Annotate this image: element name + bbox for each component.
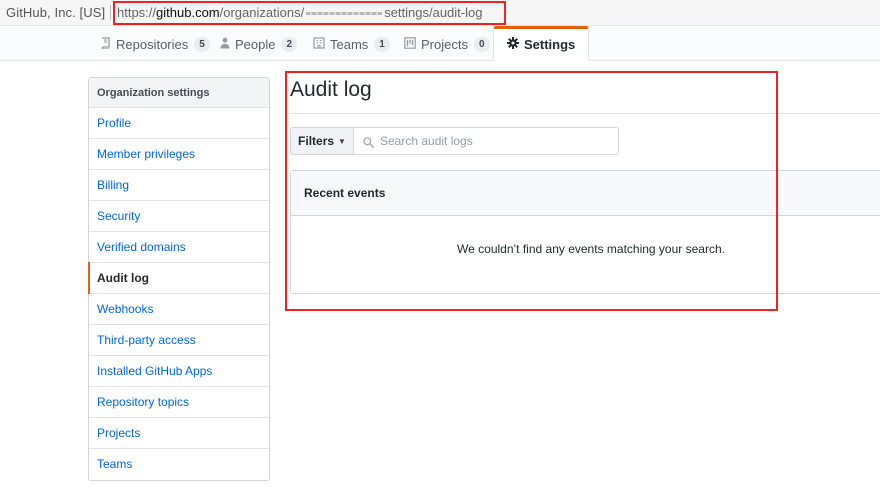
filters-button[interactable]: Filters ▼ xyxy=(290,127,354,155)
tab-repositories[interactable]: Repositories 5 xyxy=(101,27,210,61)
empty-state-message: We couldn’t find any events matching you… xyxy=(457,242,725,256)
search-icon xyxy=(363,135,374,148)
gear-icon xyxy=(507,37,519,52)
page-title: Audit log xyxy=(290,78,372,101)
url-scheme: https:// xyxy=(117,5,157,20)
tab-projects[interactable]: Projects 0 xyxy=(404,27,490,61)
sidebar-item-security[interactable]: Security xyxy=(89,201,269,232)
sidebar-item-third-party-access[interactable]: Third-party access xyxy=(89,325,269,356)
search-input[interactable] xyxy=(379,128,614,154)
tab-settings[interactable]: Settings xyxy=(493,26,590,61)
tab-label: Repositories xyxy=(116,36,189,52)
org-tab-nav: Repositories 5 People 2 Teams 1 Projects… xyxy=(0,26,880,61)
audit-log-search xyxy=(354,127,619,155)
tab-counter: 5 xyxy=(194,36,210,52)
events-heading: Recent events xyxy=(291,171,880,216)
project-icon xyxy=(404,36,416,52)
sidebar-item-installed-github-apps[interactable]: Installed GitHub Apps xyxy=(89,356,269,387)
tab-counter: 1 xyxy=(374,36,390,52)
tab-people[interactable]: People 2 xyxy=(220,27,298,61)
url-host: github.com xyxy=(156,5,220,20)
sidebar-item-teams[interactable]: Teams xyxy=(89,449,269,480)
sidebar-heading: Organization settings xyxy=(89,78,269,108)
person-icon xyxy=(220,37,230,52)
repo-icon xyxy=(101,36,111,52)
url-path-end: settings/audit-log xyxy=(384,5,483,20)
url-field[interactable]: https://github.com/organizations/setting… xyxy=(117,5,482,20)
sidebar-item-projects[interactable]: Projects xyxy=(89,418,269,449)
filters-label: Filters xyxy=(298,134,335,148)
tab-counter: 0 xyxy=(473,36,490,52)
browser-address-bar: GitHub, Inc. [US] https://github.com/org… xyxy=(0,0,880,26)
url-path-start: /organizations/ xyxy=(219,5,305,20)
caret-down-icon: ▼ xyxy=(338,136,346,146)
tab-counter: 2 xyxy=(281,36,298,52)
sidebar-item-verified-domains[interactable]: Verified domains xyxy=(89,232,269,263)
sidebar-item-billing[interactable]: Billing xyxy=(89,170,269,201)
redacted-org-name xyxy=(306,12,383,16)
sidebar-item-webhooks[interactable]: Webhooks xyxy=(89,294,269,325)
sidebar-item-audit-log[interactable]: Audit log xyxy=(88,262,269,294)
site-identity[interactable]: GitHub, Inc. [US] xyxy=(6,5,105,20)
tab-label: People xyxy=(235,36,276,52)
recent-events-box: Recent events We couldn’t find any event… xyxy=(290,170,880,294)
settings-sidebar: Organization settings Profile Member pri… xyxy=(88,77,270,481)
title-divider xyxy=(290,113,880,114)
tab-label: Projects xyxy=(421,36,468,52)
sidebar-item-profile[interactable]: Profile xyxy=(89,108,269,139)
sidebar-item-member-privileges[interactable]: Member privileges xyxy=(89,139,269,170)
tab-label: Teams xyxy=(330,36,369,52)
organization-icon xyxy=(313,36,325,52)
tab-label: Settings xyxy=(524,37,576,52)
address-separator xyxy=(110,5,111,20)
sidebar-item-repository-topics[interactable]: Repository topics xyxy=(89,387,269,418)
tab-teams[interactable]: Teams 1 xyxy=(313,27,390,61)
